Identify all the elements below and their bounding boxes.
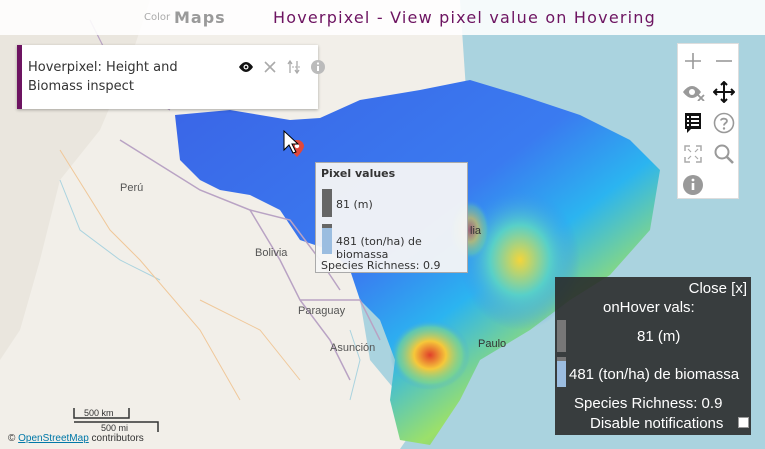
layer-name: Hoverpixel: Height and Biomass inspect: [28, 60, 178, 94]
hover-values-panel: Close [x] onHover vals: 81 (m) 481 (ton/…: [555, 277, 751, 435]
hover-species-richness: Species Richness: 0.9: [574, 395, 723, 412]
height-bar: [322, 189, 332, 217]
label-bolivia: Bolivia: [255, 247, 288, 259]
attribution: © OpenStreetMap contributors: [8, 433, 144, 444]
attribution-prefix: ©: [8, 433, 16, 444]
disable-notifications-label: Disable notifications: [590, 415, 724, 432]
label-peru: Perú: [120, 182, 144, 194]
hover-biomass-value: 481 (ton/ha) de biomassa: [569, 366, 740, 383]
zoom-out-icon[interactable]: [709, 46, 739, 76]
label-lia: lia: [470, 225, 482, 237]
popup-species-richness: Species Richness: 0.9: [321, 259, 441, 272]
layer-panel: Hoverpixel: Height and Biomass inspect: [17, 45, 325, 109]
close-icon[interactable]: [260, 57, 280, 77]
map-tool-panel: [677, 43, 739, 199]
label-asuncion: Asunción: [330, 342, 376, 354]
popup-title: Pixel values: [321, 167, 396, 180]
pan-icon[interactable]: [709, 77, 739, 107]
fullscreen-icon[interactable]: [678, 139, 708, 169]
info-icon[interactable]: [308, 57, 328, 77]
osm-link[interactable]: OpenStreetMap: [18, 433, 89, 444]
info-icon[interactable]: [678, 170, 708, 200]
scale-km: 500 km: [84, 408, 114, 418]
list-icon[interactable]: [678, 108, 708, 138]
hover-heading: onHover vals:: [603, 299, 695, 316]
popup-biomass-value: 481 (ton/ha) de biomassa: [336, 235, 422, 261]
close-button[interactable]: Close [x]: [689, 280, 747, 297]
disable-notifications-checkbox[interactable]: [738, 417, 749, 428]
search-icon[interactable]: [709, 139, 739, 169]
zoom-in-icon[interactable]: [678, 46, 708, 76]
page-title: Hoverpixel - View pixel value on Hoverin…: [273, 8, 656, 27]
app-title: Maps: [174, 8, 226, 27]
eye-icon[interactable]: [236, 57, 256, 77]
hover-height-value: 81 (m): [637, 328, 681, 345]
attribution-suffix: contributors: [91, 433, 144, 444]
label-paraguay: Paraguay: [298, 305, 346, 317]
scale-mi: 500 mi: [101, 423, 129, 433]
layer-tools: [236, 57, 328, 77]
help-icon[interactable]: [709, 108, 739, 138]
pixel-values-popup: Pixel values 81 (m) 481 (ton/ha) de biom…: [315, 162, 468, 273]
label-paulo: Paulo: [478, 338, 507, 350]
partial-label: Color: [144, 12, 171, 23]
popup-height-value: 81 (m): [336, 198, 373, 211]
height-bar: [557, 320, 566, 352]
title-bar: Color Maps Hoverpixel - View pixel value…: [0, 0, 765, 35]
hide-icon[interactable]: [678, 77, 708, 107]
arrange-icon[interactable]: [284, 57, 304, 77]
biomass-bar: [557, 361, 566, 387]
biomass-bar: [322, 228, 332, 254]
